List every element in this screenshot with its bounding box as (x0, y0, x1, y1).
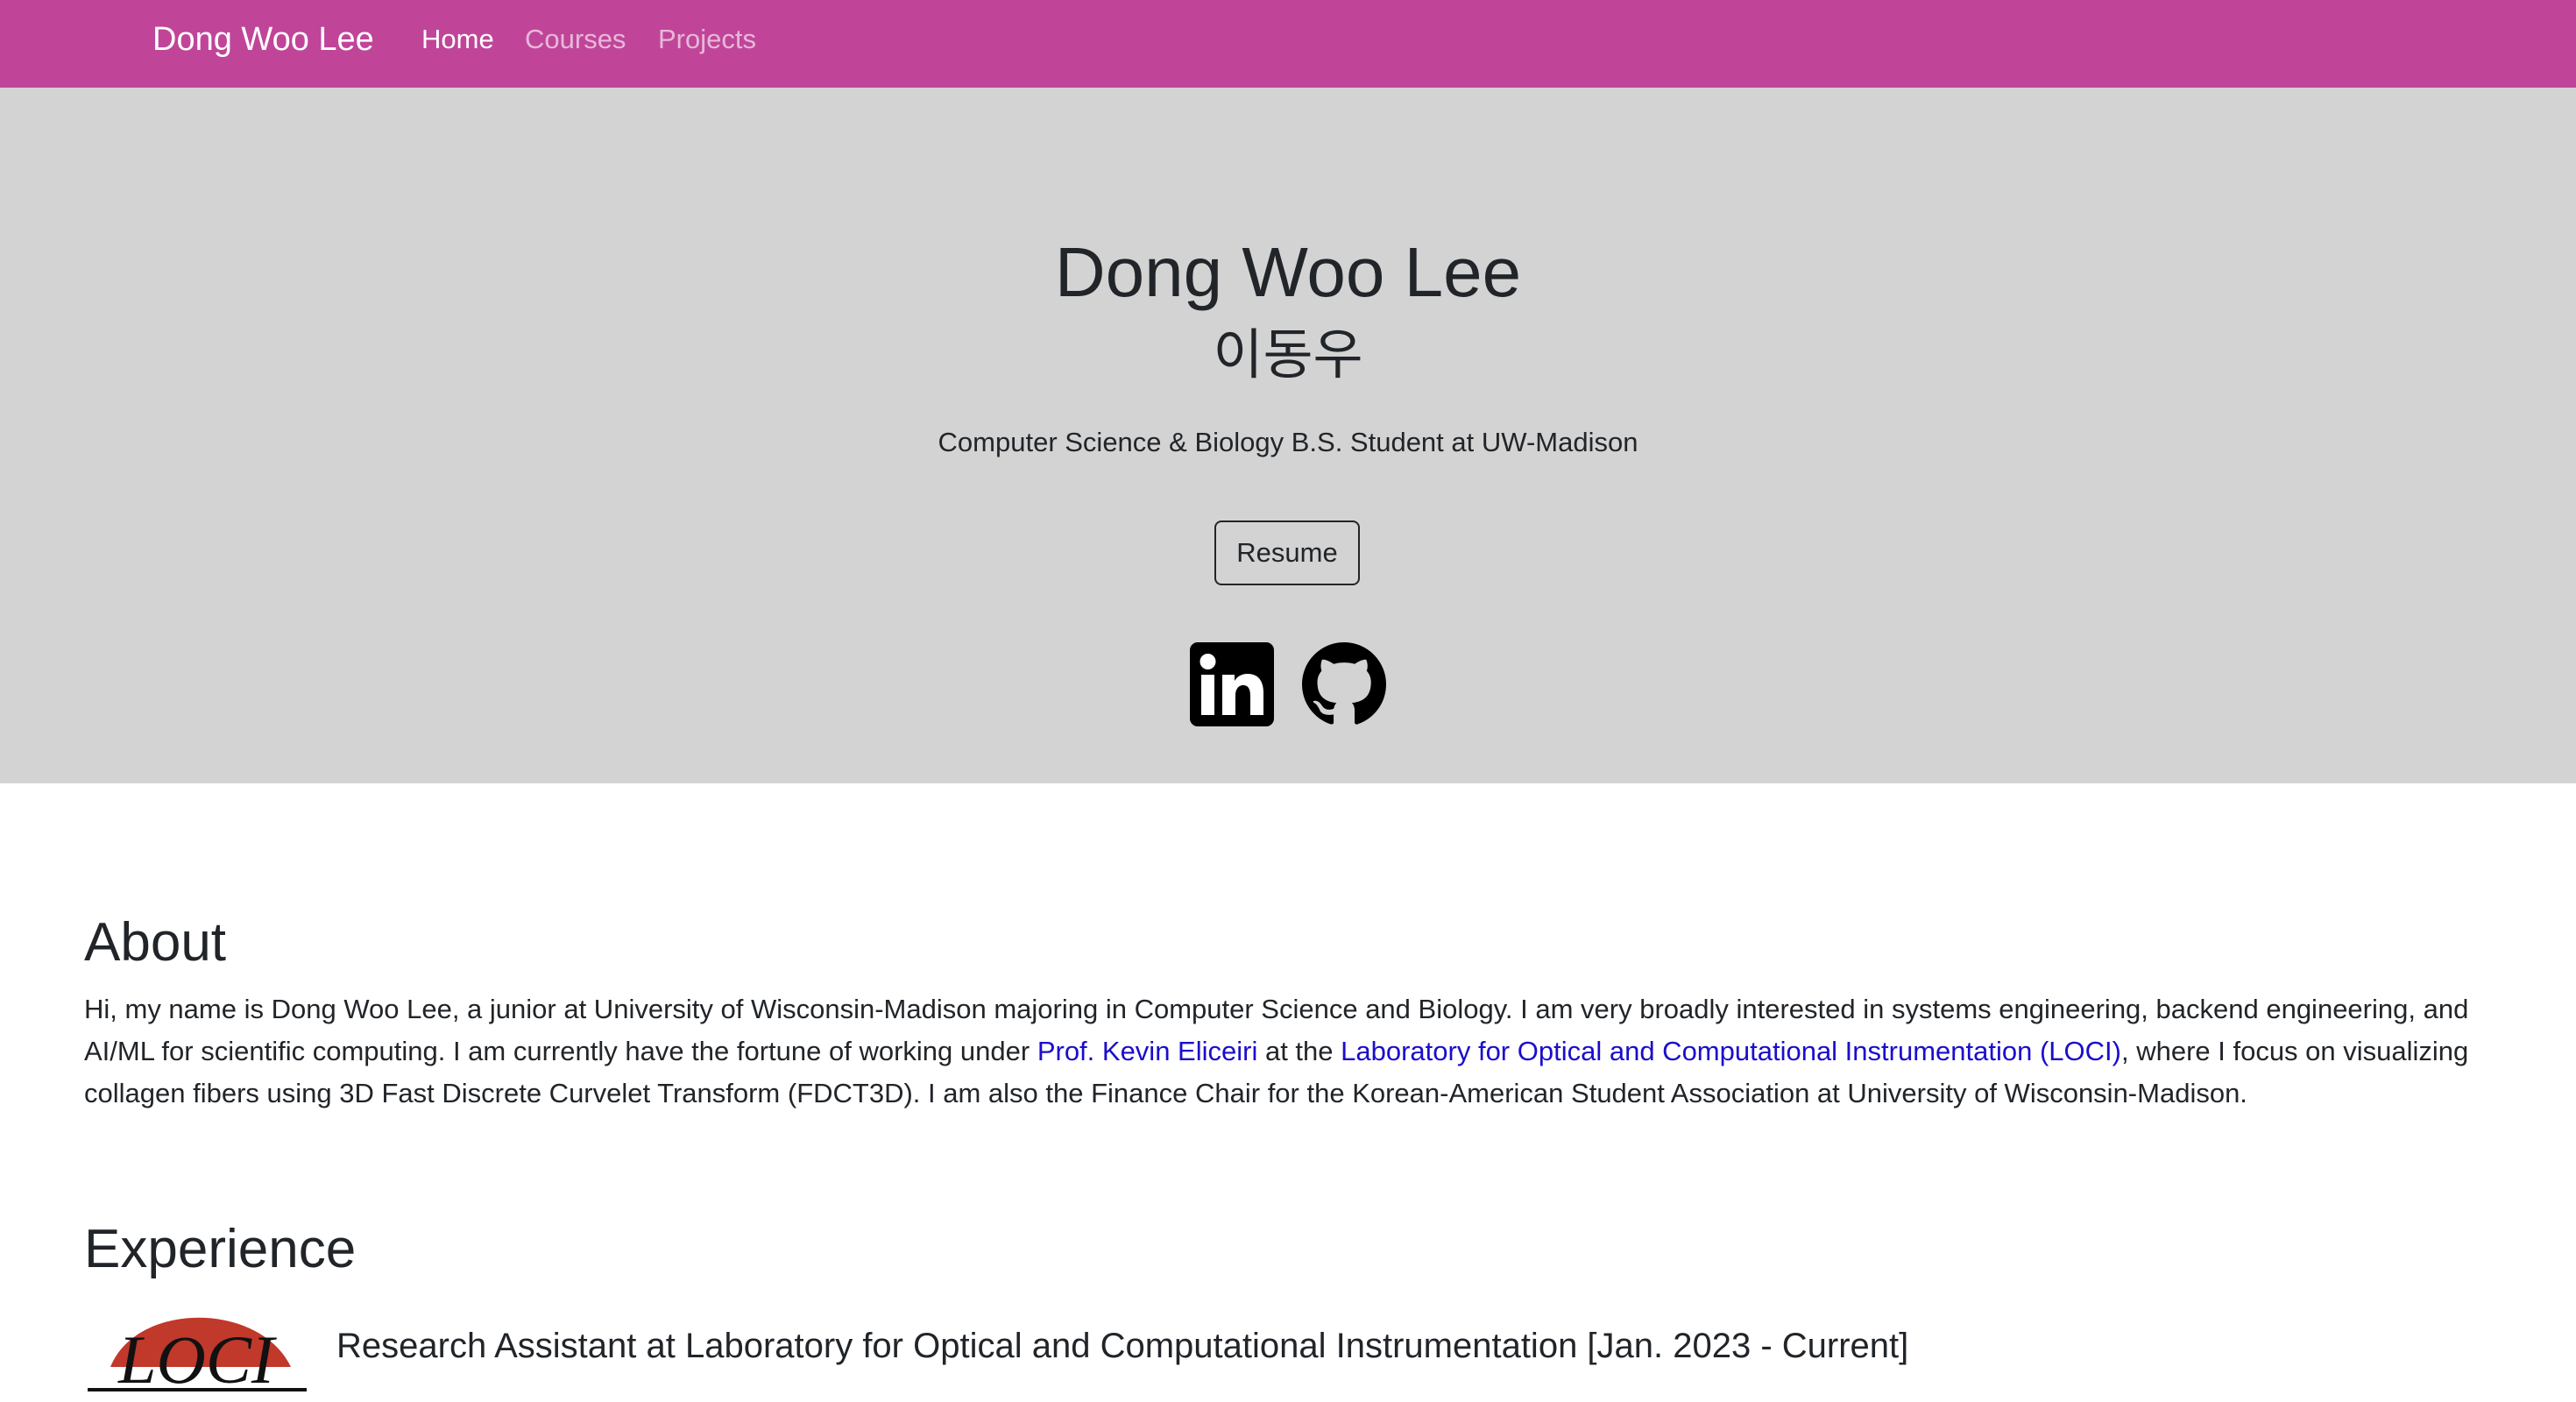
experience-heading: Experience (84, 1219, 357, 1279)
top-navbar: Dong Woo Lee Home Courses Projects (0, 0, 2576, 88)
loci-logo-text: LOCI (117, 1321, 278, 1398)
hero-tagline: Computer Science & Biology B.S. Student … (938, 427, 1638, 457)
brand-link[interactable]: Dong Woo Lee (152, 18, 374, 61)
hero-name-korean: 이동우 (1213, 325, 1363, 386)
hero-section: Dong Woo Lee 이동우 Computer Science & Biol… (0, 88, 2576, 783)
advisor-link[interactable]: Prof. Kevin Eliceiri (1037, 1036, 1258, 1066)
nav-link-courses[interactable]: Courses (525, 19, 626, 60)
linkedin-icon (1190, 642, 1274, 726)
linkedin-link[interactable] (1190, 642, 1274, 726)
github-icon (1302, 642, 1386, 725)
resume-button[interactable]: Resume (1214, 520, 1360, 585)
about-text-2: at the (1257, 1036, 1341, 1066)
nav-link-home[interactable]: Home (421, 19, 494, 60)
github-link[interactable] (1302, 642, 1386, 726)
hero-name: Dong Woo Lee (1054, 233, 1522, 311)
loci-logo: LOCI (88, 1317, 307, 1398)
about-paragraph: Hi, my name is Dong Woo Lee, a junior at… (84, 988, 2502, 1115)
nav-link-projects[interactable]: Projects (658, 19, 756, 60)
about-heading: About (84, 912, 227, 973)
experience-item-title: Research Assistant at Laboratory for Opt… (336, 1327, 1909, 1365)
loci-link[interactable]: Laboratory for Optical and Computational… (1341, 1036, 2121, 1066)
